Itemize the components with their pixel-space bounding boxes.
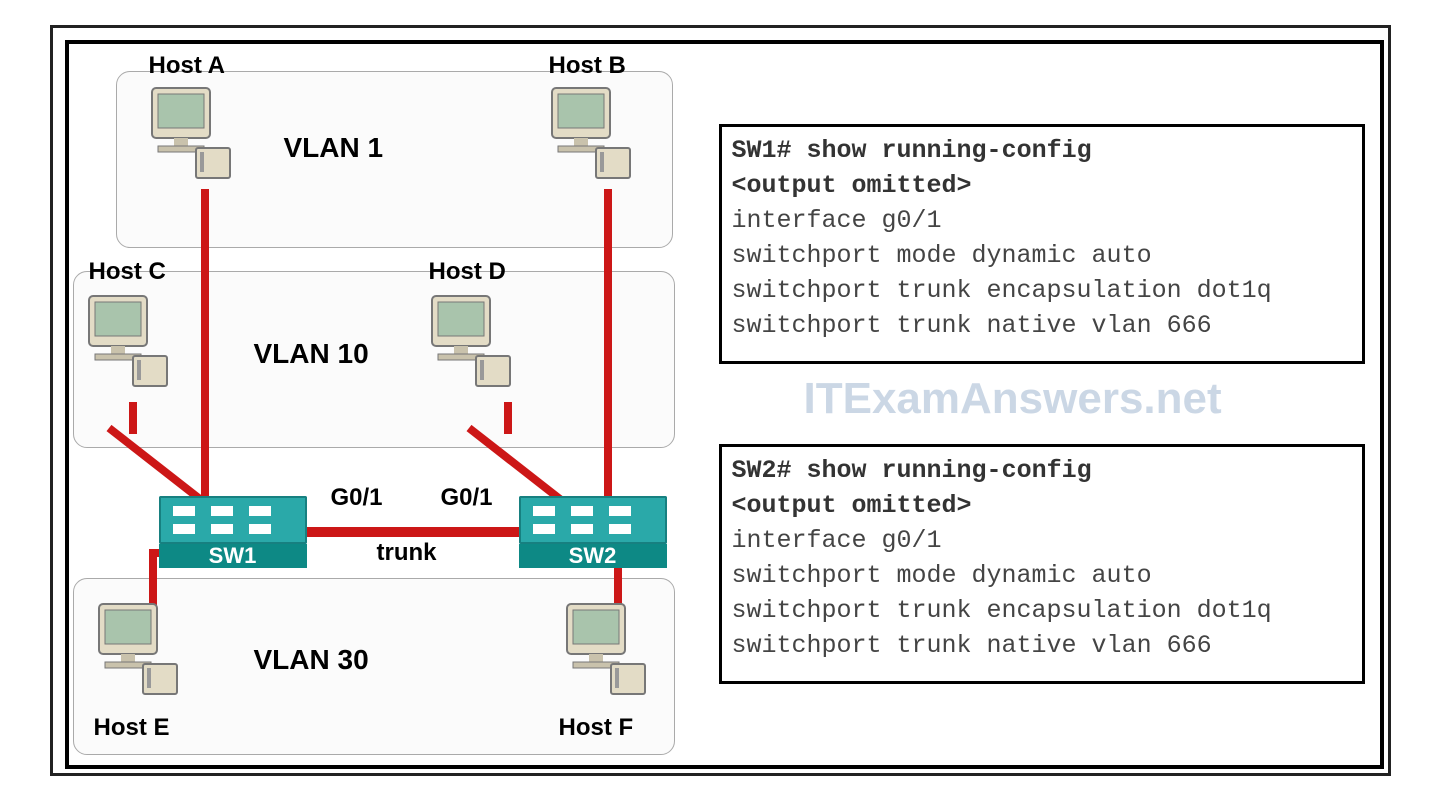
link-hosta-sw1 [201,189,209,509]
sw1-line-3: switchport trunk native vlan 666 [732,311,1212,340]
diagram-frame: VLAN 1 VLAN 10 VLAN 30 [65,40,1384,769]
sw2-prompt: SW2# [732,456,792,485]
sw2-line-3: switchport trunk native vlan 666 [732,631,1212,660]
sw1-prompt: SW1# [732,136,792,165]
host-f-icon [559,600,649,698]
trunk-label: trunk [377,539,437,567]
link-hostc-sw1-seg1 [129,402,137,434]
sw1-line-1: switchport mode dynamic auto [732,241,1152,270]
switch-sw2: SW2 [519,496,667,568]
sw2-line-1: switchport mode dynamic auto [732,561,1152,590]
host-b-label: Host B [549,52,626,80]
vlan-label-30: VLAN 30 [254,644,369,676]
link-trunk [304,527,524,537]
network-topology: VLAN 1 VLAN 10 VLAN 30 [69,44,699,765]
host-d-label: Host D [429,258,506,286]
sw1-line-2: switchport trunk encapsulation dot1q [732,276,1272,305]
image-frame: VLAN 1 VLAN 10 VLAN 30 [50,25,1391,776]
host-c-label: Host C [89,258,166,286]
host-b-icon [544,84,634,182]
host-f-label: Host F [559,714,634,742]
config-output-sw1: SW1# show running-config <output omitted… [719,124,1365,364]
sw1-line-0: interface g0/1 [732,206,942,235]
switch-sw1-label: SW1 [159,544,307,568]
host-c-icon [81,292,171,390]
sw1-omit: <output omitted> [732,171,972,200]
config-output-sw2: SW2# show running-config <output omitted… [719,444,1365,684]
port-sw1-g01: G0/1 [331,484,383,512]
link-hostd-sw2-seg1 [504,402,512,434]
port-sw2-g01: G0/1 [441,484,493,512]
sw2-line-0: interface g0/1 [732,526,942,555]
host-e-label: Host E [94,714,170,742]
host-d-icon [424,292,514,390]
link-hostb-sw2 [604,189,612,504]
host-e-icon [91,600,181,698]
sw2-omit: <output omitted> [732,491,972,520]
switch-sw1: SW1 [159,496,307,568]
host-a-label: Host A [149,52,225,80]
watermark-text: ITExamAnswers.net [804,374,1222,424]
sw2-cmd: show running-config [807,456,1092,485]
sw2-line-2: switchport trunk encapsulation dot1q [732,596,1272,625]
switch-sw2-label: SW2 [519,544,667,568]
vlan-label-1: VLAN 1 [284,132,384,164]
host-a-icon [144,84,234,182]
vlan-label-10: VLAN 10 [254,338,369,370]
sw1-cmd: show running-config [807,136,1092,165]
